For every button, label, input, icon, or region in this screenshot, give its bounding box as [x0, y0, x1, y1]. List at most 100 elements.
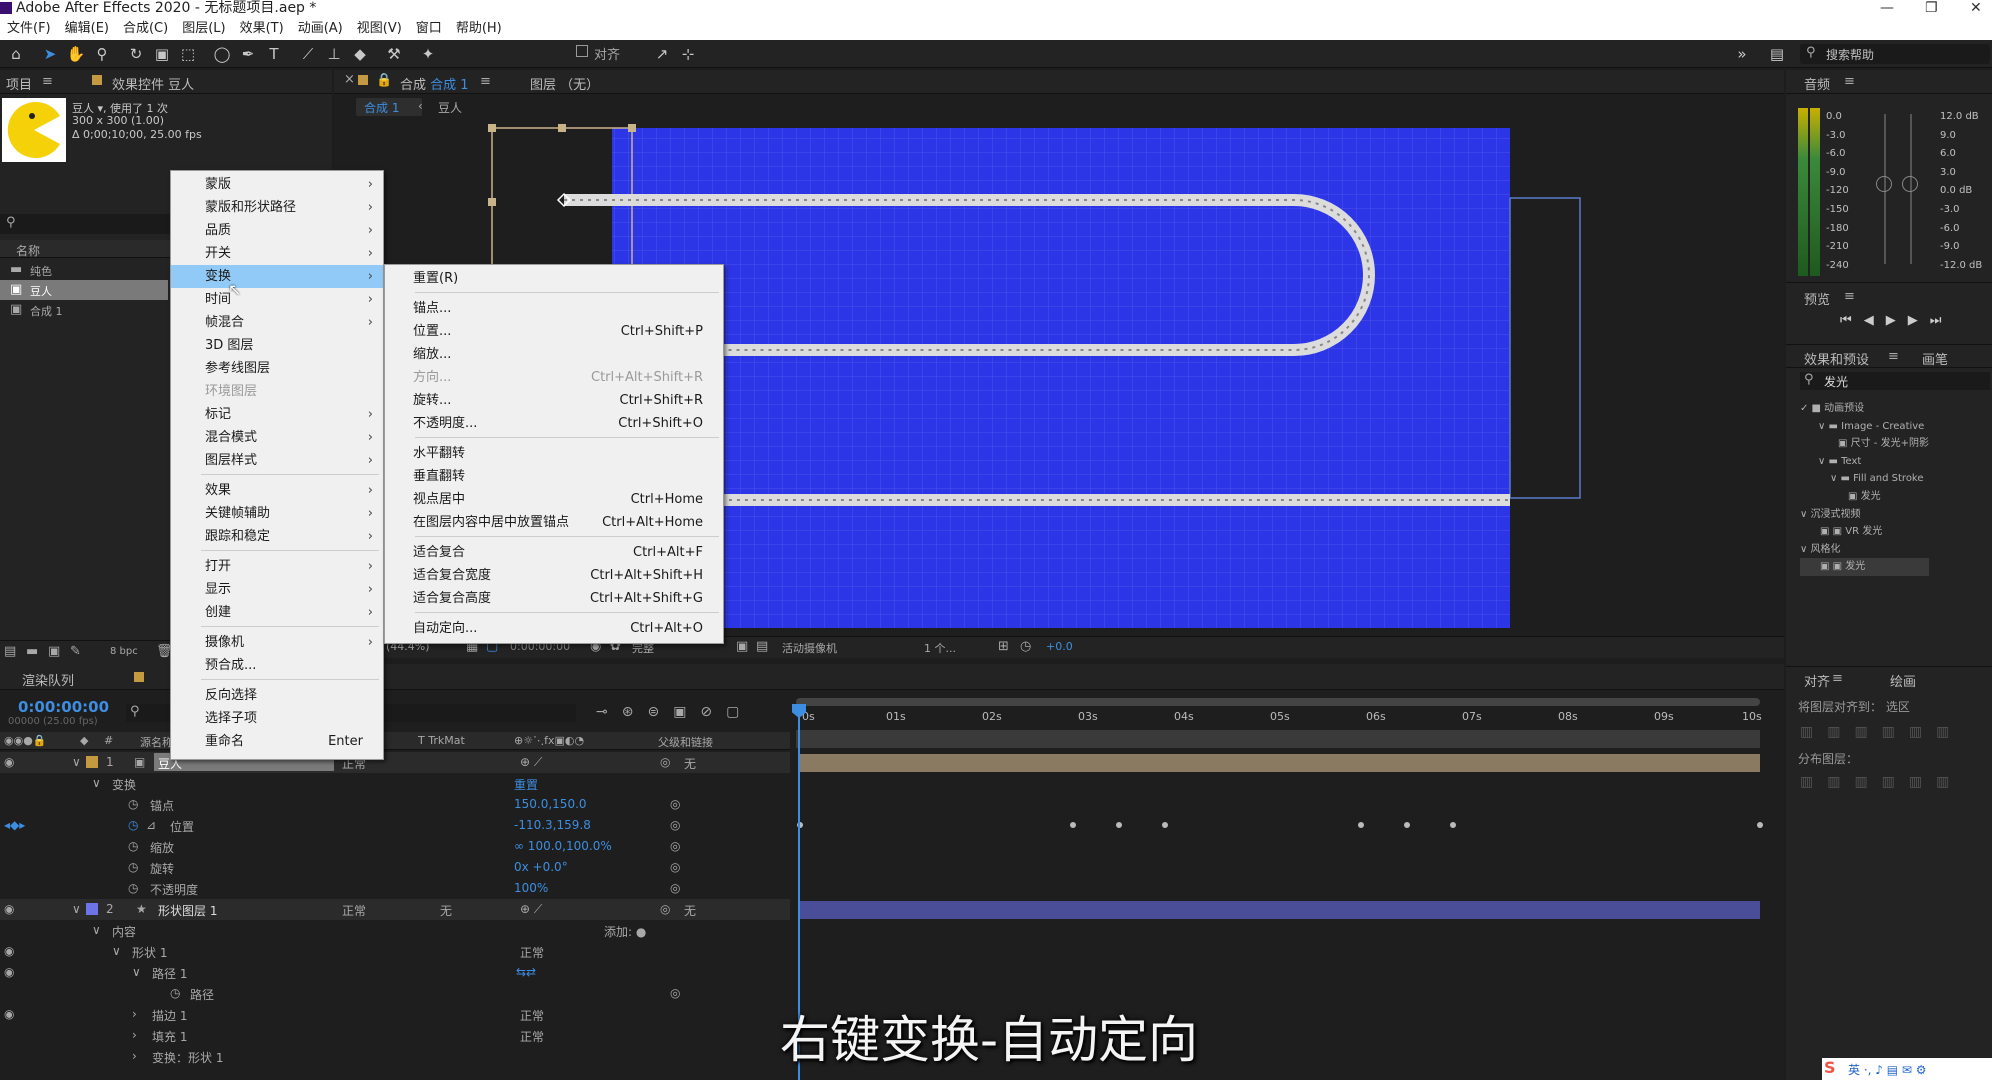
panel-menu-icon[interactable]: ≡ [1844, 74, 1855, 89]
menu-item-invert-selection[interactable]: 反向选择 [171, 684, 383, 707]
twirl-closed-icon[interactable]: › [132, 1049, 137, 1063]
view-layout-icon[interactable]: ⊞ [998, 639, 1009, 654]
panel-menu-icon[interactable]: ≡ [480, 74, 491, 89]
twirl-open-icon[interactable]: ∨ [72, 902, 81, 916]
stopwatch-icon[interactable]: ◷ [128, 881, 138, 895]
menu-item-camera[interactable]: 摄像机 › [171, 631, 383, 654]
exposure-value[interactable]: +0.0 [1046, 640, 1073, 653]
eye-icon[interactable]: ◉ [4, 755, 14, 769]
tree-item[interactable]: ∨ ▬ Fill and Stroke [1800, 470, 1929, 488]
tab-composition[interactable]: 合成 合成 1 [400, 74, 469, 93]
twirl-closed-icon[interactable]: › [132, 1007, 137, 1021]
snap-grid-icon[interactable]: ⊹ [678, 44, 698, 64]
hand-tool-icon[interactable]: ✋ [66, 44, 86, 64]
eye-icon[interactable]: ◉ [4, 965, 14, 979]
tree-item[interactable]: ∨ ▬ Text [1800, 453, 1929, 471]
submenu-fit-to-comp-width[interactable]: 适合复合宽度 Ctrl+Alt+Shift+H [385, 564, 723, 587]
menu-view[interactable]: 视图(V) [350, 18, 409, 40]
pen-icon[interactable]: ✎ [70, 644, 81, 659]
tab-effects-presets[interactable]: 效果和预设 [1804, 349, 1869, 368]
col-parent[interactable]: 父级和链接 [658, 734, 713, 750]
submenu-rotation[interactable]: 旋转... Ctrl+Shift+R [385, 389, 723, 412]
menu-item-time[interactable]: 时间 › [171, 288, 383, 311]
play-icon[interactable]: ▶ [1886, 313, 1908, 328]
menu-item-switches[interactable]: 开关 › [171, 242, 383, 265]
label-color-icon[interactable] [86, 756, 98, 768]
menu-item-rename[interactable]: 重命名 Enter [171, 730, 383, 753]
property-rotation[interactable]: ◷ 旋转 0x +0.0° ◎ [0, 857, 790, 878]
twirl-open-icon[interactable]: ∨ [112, 944, 121, 958]
roto-brush-tool-icon[interactable]: ⚒ [384, 44, 404, 64]
submenu-fit-to-comp[interactable]: 适合复合 Ctrl+Alt+F [385, 541, 723, 564]
submenu-scale[interactable]: 缩放... [385, 343, 723, 366]
layer-mode-dropdown[interactable]: 正常 [342, 902, 366, 919]
twirl-open-icon[interactable]: ∨ [72, 755, 81, 769]
property-value[interactable]: ∞ 100.0,100.0% [514, 839, 612, 853]
shy-switch-icon[interactable]: ⊕ ⟋ [520, 755, 542, 770]
submenu-flip-horizontal[interactable]: 水平翻转 [385, 442, 723, 465]
views-dropdown[interactable]: 1 个... [924, 640, 956, 656]
tree-item-selected[interactable]: ▣ ▣ 发光 [1800, 558, 1929, 576]
expression-pickwhip-icon[interactable]: ◎ [670, 818, 680, 832]
menu-item-create[interactable]: 创建 › [171, 601, 383, 624]
rotate-tool-icon[interactable]: ↻ [126, 44, 146, 64]
work-area-bar[interactable] [796, 698, 1760, 706]
menu-item-effect[interactable]: 效果 › [171, 479, 383, 502]
layer-row-2[interactable]: ◉ ∨ 2 ★ 形状图层 1 正常 无 ⊕ ⟋ ◎ 无 [0, 899, 790, 920]
panel-menu-icon[interactable]: ≡ [1832, 671, 1843, 686]
reset-link[interactable]: 重置 [514, 776, 538, 793]
keyframe[interactable] [1162, 822, 1168, 828]
keyframe[interactable] [1404, 822, 1410, 828]
bounding-handle[interactable] [628, 124, 636, 132]
zoom-tool-icon[interactable]: ⚲ [92, 44, 112, 64]
maximize-button[interactable]: ❐ [1925, 0, 1938, 16]
property-group-shape-transform[interactable]: › 变换：形状 1 [0, 1046, 790, 1067]
stopwatch-active-icon[interactable]: ◷ [128, 818, 138, 832]
breadcrumb-layer[interactable]: 豆人 [438, 99, 462, 116]
tree-item[interactable]: ▣ ▣ VR 发光 [1800, 523, 1929, 541]
menu-item-track-stabilize[interactable]: 跟踪和稳定 › [171, 525, 383, 548]
fast-preview-icon[interactable]: ▣ [736, 639, 748, 654]
menu-composition[interactable]: 合成(C) [116, 18, 175, 40]
ime-toolbar[interactable]: S 英 ·, ♪ ▤ ✉ ⚙ [1822, 1058, 1992, 1080]
current-timecode[interactable]: 0:00:00:00 [18, 698, 109, 716]
property-group-path[interactable]: ◉ ∨ 路径 1 ⇆⇄ [0, 962, 790, 983]
property-path[interactable]: ◷ 路径 ◎ [0, 983, 790, 1004]
close-tab-icon[interactable]: × [344, 72, 355, 87]
menu-item-open[interactable]: 打开 › [171, 555, 383, 578]
workspace-icon[interactable]: ▤ [1767, 44, 1787, 64]
trkmat-dropdown[interactable]: 无 [440, 902, 452, 919]
tab-align[interactable]: 对齐 [1804, 671, 1830, 690]
lock-icon[interactable]: 🔒 [376, 73, 392, 88]
submenu-opacity[interactable]: 不透明度... Ctrl+Shift+O [385, 412, 723, 435]
twirl-closed-icon[interactable]: › [132, 1028, 137, 1042]
eraser-tool-icon[interactable]: ◆ [350, 44, 370, 64]
property-value[interactable]: 100% [514, 881, 548, 895]
property-group-stroke[interactable]: ◉ › 描边 1 正常 [0, 1004, 790, 1025]
camera-tool-icon[interactable]: ▣ [152, 44, 172, 64]
interpret-footage-icon[interactable]: ▤ [4, 644, 16, 659]
keyframe[interactable] [1358, 822, 1364, 828]
col-source-name[interactable]: 源名称 [140, 734, 173, 750]
menu-item-quality[interactable]: 品质 › [171, 219, 383, 242]
align-buttons[interactable]: ▥▥▥▥▥▥ [1800, 724, 1963, 740]
expression-pickwhip-icon[interactable]: ◎ [670, 881, 680, 895]
eye-icon[interactable]: ◉ [4, 944, 14, 958]
eye-icon[interactable]: ◉ [4, 1007, 14, 1021]
menu-item-guide-layer[interactable]: 参考线图层 [171, 357, 383, 380]
submenu-flip-vertical[interactable]: 垂直翻转 [385, 465, 723, 488]
stopwatch-icon[interactable]: ◷ [170, 986, 180, 1000]
property-scale[interactable]: ◷ 缩放 ∞ 100.0,100.0% ◎ [0, 836, 790, 857]
bounding-handle[interactable] [488, 198, 496, 206]
keyframe-nav-icon[interactable]: ◂◆▸ [4, 818, 25, 832]
panel-menu-icon[interactable]: ≡ [1844, 289, 1855, 304]
time-ruler[interactable]: 0s 01s 02s 03s 04s 05s 06s 07s 08s 09s 1… [796, 708, 1766, 728]
twirl-open-icon[interactable]: ∨ [132, 965, 141, 979]
property-group-shape[interactable]: ◉ ∨ 形状 1 正常 [0, 941, 790, 962]
bounding-handle[interactable] [488, 124, 496, 132]
tree-item[interactable]: ∨ 沉浸式视频 [1800, 506, 1929, 524]
submenu-center-anchor[interactable]: 在图层内容中居中放置锚点 Ctrl+Alt+Home [385, 511, 723, 534]
stopwatch-icon[interactable]: ◷ [128, 797, 138, 811]
keyframe[interactable] [1070, 822, 1076, 828]
tab-paint[interactable]: 绘画 [1890, 671, 1916, 690]
